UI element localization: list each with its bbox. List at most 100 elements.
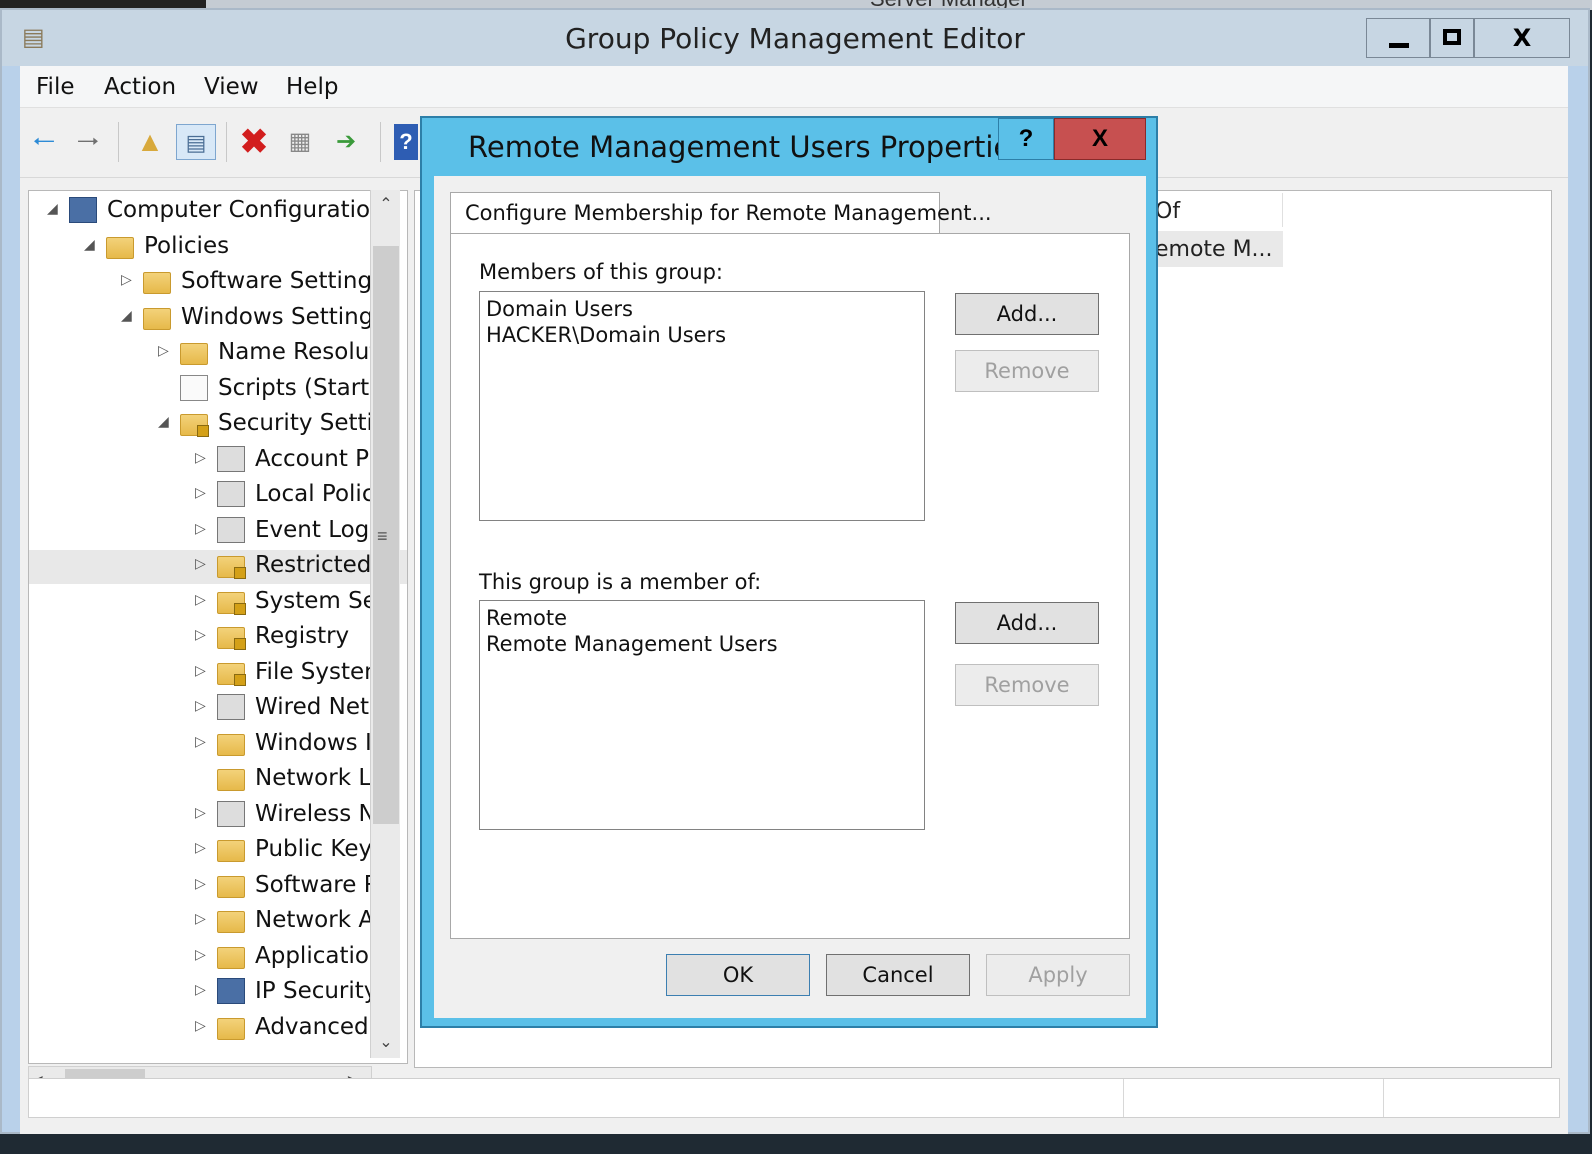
menu-bar: File Action View Help (20, 66, 1568, 108)
memberof-listbox[interactable]: Remote Remote Management Users (479, 600, 925, 830)
tree-item[interactable]: Scripts (Startu (29, 373, 407, 407)
menu-action[interactable]: Action (104, 74, 176, 100)
tree-item-label: Security Settir (218, 410, 383, 436)
server-icon (217, 516, 245, 543)
tree-expander-icon[interactable]: ▷ (195, 1018, 209, 1034)
ok-button[interactable]: OK (666, 954, 810, 996)
dialog-close-button[interactable]: X (1054, 118, 1146, 160)
tree-expander-icon[interactable]: ▷ (195, 947, 209, 963)
tree-item[interactable]: ▷ Account P (29, 444, 407, 478)
tree-item[interactable]: ▷ Registry (29, 621, 407, 655)
tree-item-label: Computer Configuration (107, 197, 385, 223)
tree-expander-icon[interactable]: ▷ (195, 911, 209, 927)
tree-expander-icon[interactable]: ▷ (195, 627, 209, 643)
tree-expander-icon[interactable]: ◢ (121, 308, 135, 324)
tree-expander-icon[interactable]: ▷ (195, 592, 209, 608)
members-remove-button[interactable]: Remove (955, 350, 1099, 392)
tree-item[interactable]: ◢ Computer Configuration (29, 195, 407, 229)
status-bar (28, 1078, 1560, 1118)
list-item[interactable]: HACKER\Domain Users (486, 322, 918, 348)
tree-item[interactable]: ◢ Policies (29, 231, 407, 265)
list-item[interactable]: Domain Users (486, 296, 918, 322)
tree-item[interactable]: ▷ Software Settings (29, 266, 407, 300)
tree-expander-icon[interactable]: ◢ (47, 201, 61, 217)
up-folder-icon[interactable]: ▲ (132, 124, 168, 160)
column-header-member-of[interactable]: Of (1155, 193, 1283, 227)
delete-icon[interactable]: ✖ (236, 124, 272, 160)
tree-item[interactable]: ▷ Advanced (29, 1012, 407, 1046)
tree-expander-icon[interactable]: ▷ (195, 521, 209, 537)
tree-item[interactable]: ▷ Wired Net (29, 692, 407, 726)
cancel-button[interactable]: Cancel (826, 954, 970, 996)
list-item[interactable]: Remote Management Users (486, 631, 918, 657)
scroll-up-icon[interactable]: ⌃ (371, 190, 401, 220)
tree-item[interactable]: ▷ Event Log (29, 515, 407, 549)
title-bar[interactable]: ▤ Group Policy Management Editor X (2, 10, 1588, 66)
tree-item-label: IP Security (255, 978, 378, 1004)
apply-button[interactable]: Apply (986, 954, 1130, 996)
memberof-remove-button[interactable]: Remove (955, 664, 1099, 706)
properties-icon[interactable]: ▦ (282, 124, 318, 160)
scroll-down-icon[interactable]: ⌄ (371, 1028, 401, 1058)
menu-help[interactable]: Help (286, 74, 338, 100)
tree-expander-icon[interactable]: ▷ (195, 698, 209, 714)
tree-item-label: Event Log (255, 516, 370, 543)
tree-expander-icon[interactable]: ▷ (195, 450, 209, 466)
tree-item[interactable]: ▷ Network A (29, 905, 407, 939)
tree-expander-icon[interactable]: ▷ (158, 343, 172, 359)
tree-item[interactable]: ▷ Local Polic (29, 479, 407, 513)
list-item[interactable]: Remote (486, 605, 918, 631)
tree-expander-icon[interactable]: ▷ (195, 876, 209, 892)
tree-expander-icon[interactable]: ▷ (195, 485, 209, 501)
tab-configure-membership[interactable]: Configure Membership for Remote Manageme… (450, 192, 992, 234)
members-listbox[interactable]: Domain Users HACKER\Domain Users (479, 291, 925, 521)
tree-item[interactable]: ▷ IP Security (29, 976, 407, 1010)
server-icon (217, 481, 245, 507)
tree-item[interactable]: ◢ Windows Settings (29, 302, 407, 336)
list-item-value: emote M... (1155, 237, 1273, 262)
folder-icon (217, 1017, 245, 1040)
tree-expander-icon[interactable]: ▷ (195, 982, 209, 998)
tree-item[interactable]: ▷ System Se (29, 586, 407, 620)
tree-item-label: Account P (255, 445, 370, 472)
tree-item[interactable]: ▷ Name Resolut (29, 337, 407, 371)
tree-item[interactable]: ▷ Applicatio (29, 941, 407, 975)
tab-label: Configure Membership for Remote Manageme… (465, 201, 992, 225)
tree-item[interactable]: ▷ Public Key (29, 834, 407, 868)
memberof-add-button[interactable]: Add... (955, 602, 1099, 644)
show-hide-console-tree-icon[interactable]: ▤ (176, 124, 216, 160)
forward-arrow-icon[interactable]: 🠂 (70, 124, 106, 160)
tree-item[interactable]: ▷ File Systen (29, 657, 407, 691)
tree-expander-icon[interactable]: ▷ (195, 840, 209, 856)
list-item[interactable]: emote M... (1155, 231, 1283, 267)
tree-item[interactable]: ▷ Wireless N (29, 799, 407, 833)
tree-item-label: Policies (144, 232, 230, 259)
menu-view[interactable]: View (204, 74, 259, 100)
tree-expander-icon[interactable]: ◢ (84, 237, 98, 253)
scroll-thumb[interactable]: ≡ (373, 246, 399, 824)
tree-item[interactable]: ▷ Windows I (29, 728, 407, 762)
console-tree[interactable]: ◢ Computer Configuration ◢ Policies ▷ Softwar… (28, 190, 408, 1064)
dialog-help-button[interactable]: ? (998, 118, 1054, 160)
tree-expander-icon[interactable]: ▷ (195, 663, 209, 679)
menu-file[interactable]: File (36, 74, 75, 100)
tree-expander-icon[interactable]: ▷ (195, 556, 209, 572)
tree-expander-icon[interactable]: ▷ (121, 272, 135, 288)
help-icon[interactable]: ? (394, 124, 418, 160)
tree-item[interactable]: ▷ Restricted (29, 550, 407, 584)
back-arrow-icon[interactable]: 🠀 (26, 124, 62, 160)
tree-item[interactable]: ◢ Security Settir (29, 408, 407, 442)
tree-expander-icon[interactable]: ▷ (195, 805, 209, 821)
tree-item[interactable]: Network L (29, 763, 407, 797)
tree-expander-icon[interactable]: ◢ (158, 414, 172, 430)
tree-expander-icon[interactable]: ▷ (195, 734, 209, 750)
folder-lock-icon (217, 556, 246, 579)
close-button[interactable]: X (1474, 18, 1570, 58)
properties-dialog: Remote Management Users Properties ? X C… (420, 116, 1158, 1028)
tree-vertical-scrollbar[interactable]: ⌃ ≡ ⌄ (370, 190, 400, 1058)
export-list-icon[interactable]: ➔ (328, 124, 364, 160)
maximize-button[interactable] (1430, 18, 1474, 58)
members-add-button[interactable]: Add... (955, 293, 1099, 335)
tree-item[interactable]: ▷ Software R (29, 870, 407, 904)
minimize-button[interactable] (1366, 18, 1430, 58)
